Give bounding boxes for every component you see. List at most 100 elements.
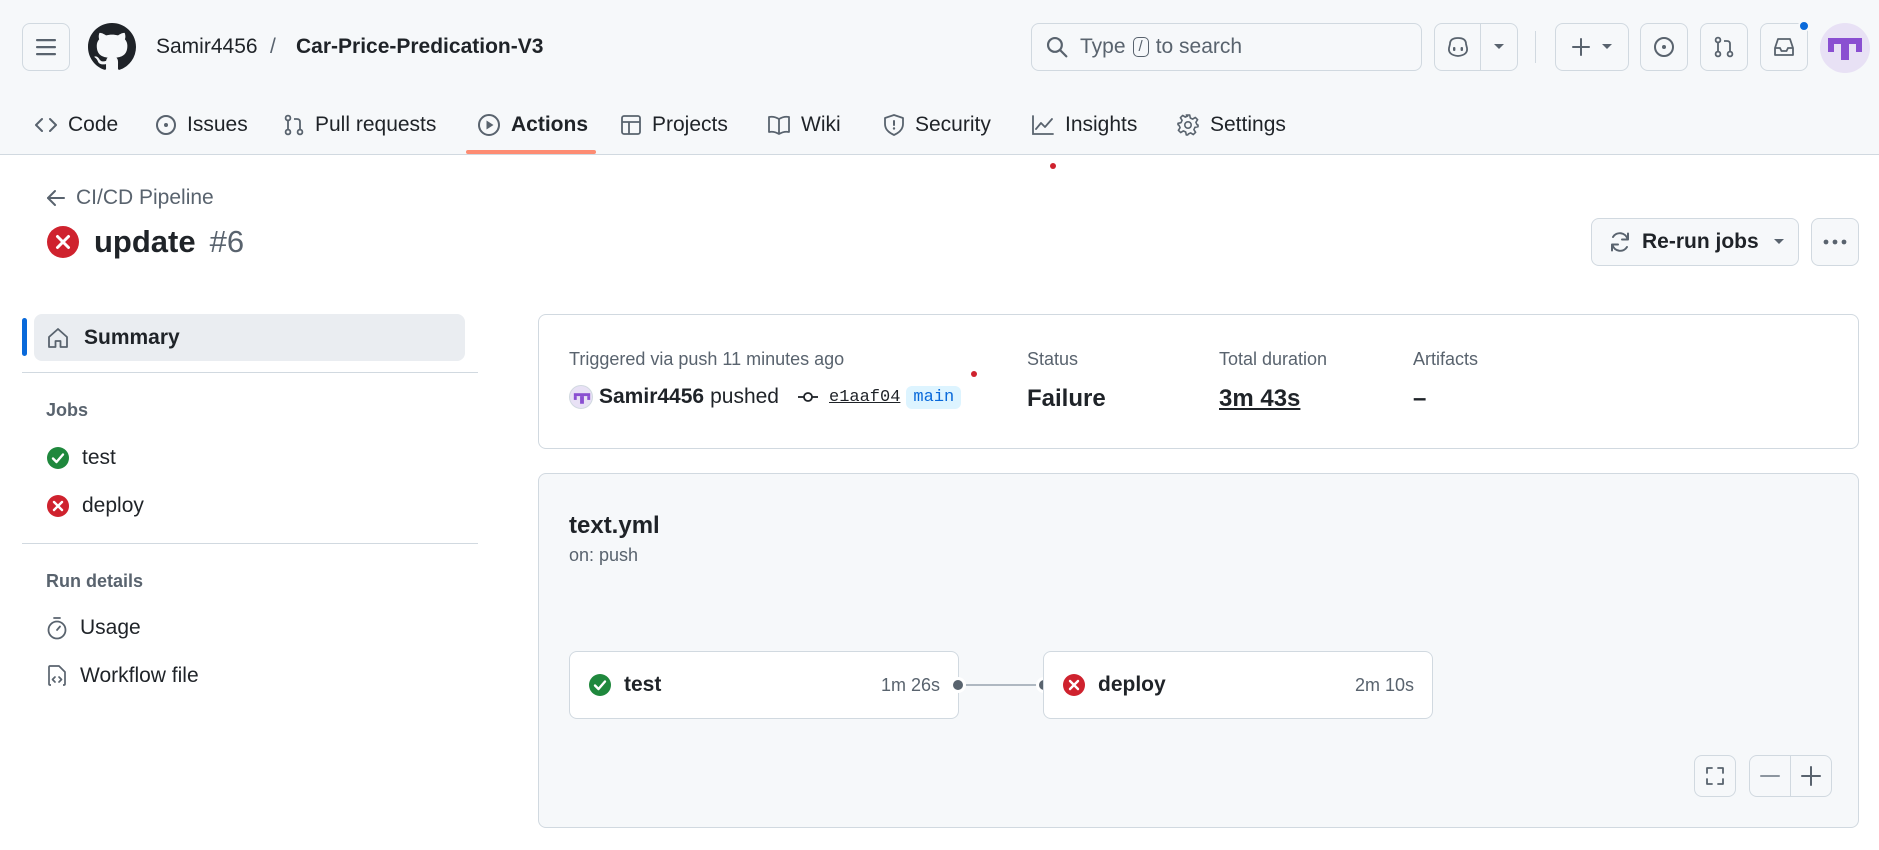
zoom-in-button[interactable] [1790,755,1832,797]
identicon-icon [1828,38,1862,60]
search-suffix: to search [1155,35,1243,58]
branch-label[interactable]: main [906,385,962,409]
tab-code[interactable]: Code [24,96,128,154]
x-circle-fill-icon [47,495,69,517]
issue-icon [1654,37,1674,57]
workflow-file-name: text.yml [569,512,660,539]
x-circle-fill-icon [47,226,79,258]
tab-label: Security [915,113,991,136]
chevron-down-icon [1602,44,1612,49]
zoom-out-button[interactable] [1749,755,1791,797]
job-name: test [624,673,662,696]
issue-icon [156,115,176,135]
status-value: Failure [1027,385,1106,412]
duration-value-link[interactable]: 3m 43s [1219,385,1300,413]
job-node-deploy[interactable]: deploy 2m 10s [1043,651,1433,719]
tab-label: Insights [1065,113,1138,136]
job-node-test[interactable]: test 1m 26s [569,651,959,719]
workflow-name: CI/CD Pipeline [76,186,214,209]
duration-label: Total duration [1219,349,1328,369]
breadcrumb-separator: / [270,35,276,58]
issues-button[interactable] [1640,23,1688,71]
sidebar-item-label: test [82,446,116,469]
more-options-button[interactable] [1811,218,1859,266]
commit-sha-link[interactable]: e1aaf04 [829,388,900,407]
red-dot-marker [1050,163,1056,169]
jobs-heading: Jobs [46,400,89,420]
copilot-button[interactable] [1434,23,1518,71]
tab-security[interactable]: Security [873,96,1001,154]
git-commit-icon [798,392,818,402]
inbox-icon [1774,38,1794,56]
tab-issues[interactable]: Issues [145,96,258,154]
connector-start-dot [950,677,966,693]
sidebar-item-usage[interactable]: Usage [46,616,141,640]
tab-insights[interactable]: Insights [1021,96,1147,154]
rerun-jobs-button[interactable]: Re-run jobs [1591,218,1799,266]
shield-icon [884,114,904,136]
sidebar-item-job-test[interactable]: test [46,446,116,470]
search-icon [1046,36,1068,58]
sync-icon [1611,232,1629,252]
sidebar-item-job-deploy[interactable]: deploy [46,494,144,518]
table-icon [621,115,641,135]
search-input[interactable]: Type / to search [1031,23,1422,71]
run-title: update #6 [46,224,244,260]
repo-name-link[interactable]: Car-Price-Predication-V3 [296,34,543,60]
tab-label: Issues [187,113,248,136]
user-avatar[interactable] [1820,23,1870,73]
play-icon [478,114,500,136]
job-duration: 1m 26s [880,674,940,695]
tab-label: Projects [652,113,728,136]
sidebar-item-label: Summary [84,325,180,349]
fullscreen-button[interactable] [1694,755,1736,797]
run-summary-card: Triggered via push 11 minutes ago Samir4… [538,314,1859,449]
actor-avatar[interactable] [569,385,593,409]
github-logo-icon[interactable] [88,23,136,71]
repo-owner-link[interactable]: Samir4456 [156,34,258,60]
file-code-icon [48,665,66,686]
menu-button[interactable] [22,23,70,71]
pull-requests-button[interactable] [1700,23,1748,71]
actor-action: pushed [710,385,779,408]
code-icon [35,118,57,132]
job-duration: 2m 10s [1354,674,1414,695]
tab-label: Settings [1210,113,1286,136]
identicon-icon [573,393,591,404]
header-divider [1535,31,1536,63]
x-circle-fill-icon [1063,674,1085,696]
artifacts-label: Artifacts [1413,349,1479,369]
tab-settings[interactable]: Settings [1166,96,1296,154]
tab-label: Wiki [801,113,841,136]
graph-icon [1032,115,1054,135]
tab-label: Actions [511,113,589,136]
plus-icon [1572,38,1590,56]
copilot-icon [1447,37,1468,57]
tab-pull-requests[interactable]: Pull requests [273,96,446,154]
tab-projects[interactable]: Projects [610,96,738,154]
check-circle-fill-icon [589,674,611,696]
tab-label: Code [68,113,119,136]
hamburger-icon [36,39,56,56]
sidebar-item-label: deploy [82,494,144,517]
sidebar-item-workflow-file[interactable]: Workflow file [46,664,199,688]
workflow-graph-card: text.yml on: push test 1m 26s deploy 2m … [538,473,1859,828]
notification-indicator [1798,20,1810,32]
chevron-down-icon [1494,44,1504,49]
job-connector [958,684,1042,686]
search-prefix: Type [1080,35,1126,58]
pull-request-icon [284,114,304,136]
rerun-label: Re-run jobs [1642,230,1759,253]
actor-link[interactable]: Samir4456 [599,385,704,409]
back-to-workflow-link[interactable]: CI/CD Pipeline [46,186,214,210]
tab-wiki[interactable]: Wiki [757,96,851,154]
tab-actions[interactable]: Actions [467,96,598,154]
book-icon [768,115,790,135]
create-new-button[interactable] [1555,23,1629,71]
pull-request-icon [1714,36,1734,58]
app-header: Samir4456 / Car-Price-Predication-V3 Typ… [0,0,1879,155]
status-label: Status [1027,349,1079,369]
active-tab-indicator [466,150,596,154]
sidebar-item-summary[interactable]: Summary [34,314,465,361]
fullscreen-icon [1706,767,1724,785]
